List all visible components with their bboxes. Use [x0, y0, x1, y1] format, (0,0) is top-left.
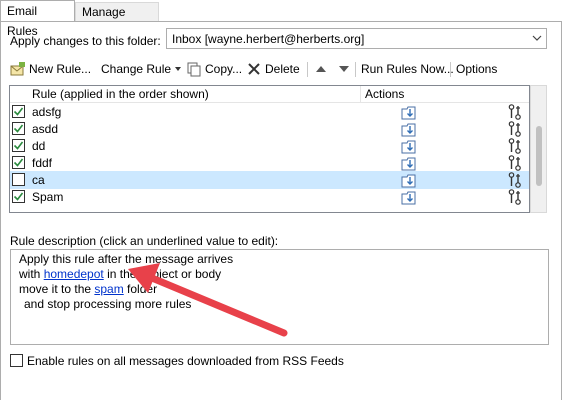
- move-to-folder-icon: [401, 103, 417, 121]
- rule-checkbox[interactable]: [12, 173, 25, 186]
- column-divider: [360, 86, 361, 102]
- rule-checkbox[interactable]: [12, 105, 25, 118]
- toolbar: New Rule... Change Rule Copy... Delete R…: [8, 59, 558, 79]
- rule-checkbox[interactable]: [12, 156, 25, 169]
- rule-settings-icon: [508, 121, 522, 137]
- move-to-folder-icon: [401, 120, 417, 138]
- folder-select[interactable]: Inbox [wayne.herbert@herberts.org]: [166, 28, 547, 49]
- description-text: with: [19, 267, 44, 281]
- new-rule-button[interactable]: New Rule...: [10, 59, 91, 79]
- list-header: Rule (applied in the order shown) Action…: [10, 86, 529, 103]
- move-to-folder-icon: [401, 154, 417, 172]
- tab-manage-alerts[interactable]: Manage Alerts: [75, 2, 159, 38]
- move-up-button[interactable]: [315, 59, 327, 79]
- change-rule-label: Change Rule: [101, 62, 172, 76]
- run-rules-label: Run Rules Now...: [361, 62, 454, 76]
- copy-button[interactable]: Copy...: [186, 59, 242, 79]
- rule-description-box: Apply this rule after the message arrive…: [10, 249, 549, 345]
- chevron-down-icon[interactable]: [527, 29, 546, 48]
- folder-link[interactable]: spam: [94, 282, 123, 296]
- rule-row[interactable]: adsfg: [10, 103, 529, 121]
- tab-email-rules[interactable]: Email Rules: [0, 0, 75, 38]
- rule-settings-icon: [508, 155, 522, 171]
- delete-icon: [246, 61, 262, 77]
- description-text: folder: [123, 282, 158, 296]
- folder-value: Inbox [wayne.herbert@herberts.org]: [172, 32, 365, 46]
- copy-icon: [186, 61, 202, 77]
- rule-checkbox[interactable]: [12, 122, 25, 135]
- move-to-folder-icon: [401, 137, 417, 155]
- description-line: Apply this rule after the message arrive…: [19, 252, 234, 266]
- move-up-icon: [316, 66, 326, 72]
- rule-checkbox[interactable]: [12, 139, 25, 152]
- tab-strip: Email Rules Manage Alerts: [0, 0, 563, 38]
- description-text: in the subject or body: [103, 267, 222, 281]
- rule-row[interactable]: Spam: [10, 188, 529, 206]
- delete-button[interactable]: Delete: [246, 59, 300, 79]
- rule-name: dd: [32, 139, 46, 153]
- rule-settings-icon: [508, 138, 522, 154]
- rule-row[interactable]: ca: [10, 171, 529, 189]
- rule-row[interactable]: asdd: [10, 120, 529, 138]
- rule-row[interactable]: dd: [10, 137, 529, 155]
- change-rule-button[interactable]: Change Rule: [101, 59, 182, 79]
- scrollbar-thumb[interactable]: [536, 126, 542, 186]
- options-label: Options: [456, 62, 498, 76]
- move-to-folder-icon: [401, 188, 417, 206]
- toolbar-divider: [355, 62, 356, 77]
- new-rule-icon: [10, 61, 26, 77]
- description-line: with homedepot in the subject or body: [19, 267, 221, 282]
- rule-description-label: Rule description (click an underlined va…: [10, 234, 279, 248]
- copy-label: Copy...: [205, 62, 243, 76]
- description-line: and stop processing more rules: [24, 297, 192, 311]
- rule-row[interactable]: fddf: [10, 154, 529, 172]
- rule-settings-icon: [508, 172, 522, 188]
- rule-name: ca: [32, 173, 45, 187]
- rss-label: Enable rules on all messages downloaded …: [27, 354, 344, 368]
- rss-checkbox[interactable]: [10, 354, 23, 367]
- actions-column-header[interactable]: Actions: [365, 86, 404, 102]
- rule-name: Spam: [32, 190, 64, 204]
- rule-name: asdd: [32, 122, 59, 136]
- rule-settings-icon: [508, 189, 522, 205]
- move-down-button[interactable]: [338, 59, 350, 79]
- delete-label: Delete: [265, 62, 300, 76]
- run-rules-now-button[interactable]: Run Rules Now...: [361, 59, 454, 79]
- move-to-folder-icon: [401, 171, 417, 189]
- toolbar-divider: [307, 62, 308, 77]
- list-scrollbar[interactable]: [530, 85, 547, 213]
- keyword-link[interactable]: homedepot: [44, 267, 104, 281]
- new-rule-label: New Rule...: [29, 62, 92, 76]
- rule-name: adsfg: [32, 105, 62, 119]
- toolbar-divider: [450, 62, 451, 77]
- move-down-icon: [339, 66, 349, 72]
- dropdown-arrow-icon: [175, 67, 182, 71]
- description-line: move it to the spam folder: [19, 282, 157, 297]
- rule-checkbox[interactable]: [12, 190, 25, 203]
- rule-settings-icon: [508, 104, 522, 120]
- rules-list[interactable]: Rule (applied in the order shown) Action…: [9, 85, 530, 213]
- rule-column-header[interactable]: Rule (applied in the order shown): [32, 86, 209, 102]
- options-button[interactable]: Options: [456, 59, 497, 79]
- description-text: move it to the: [19, 282, 95, 296]
- rule-name: fddf: [32, 156, 53, 170]
